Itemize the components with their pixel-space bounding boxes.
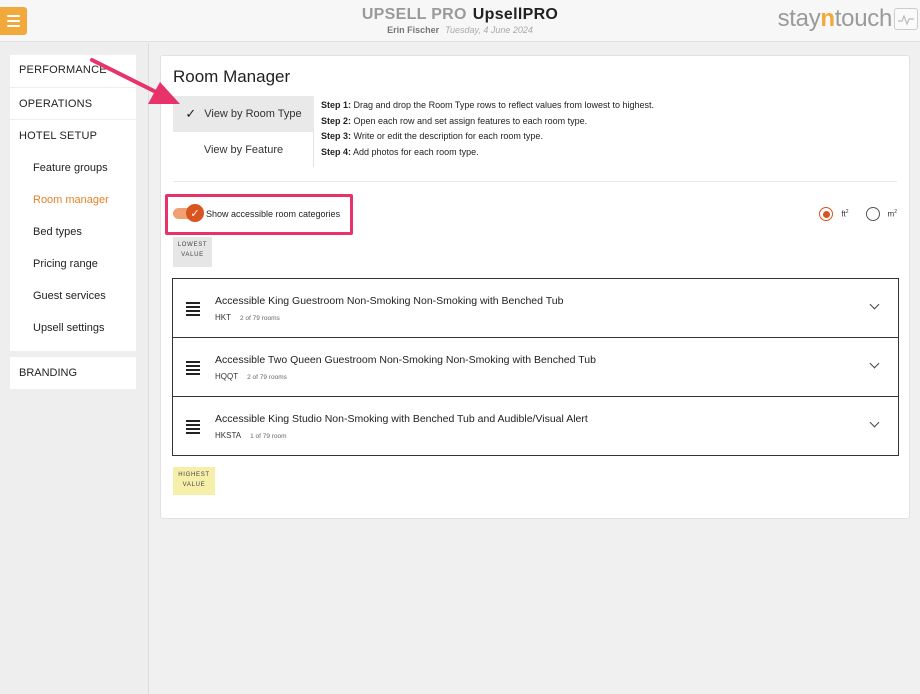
- room-row[interactable]: Accessible Two Queen Guestroom Non-Smoki…: [173, 338, 898, 397]
- sidebar-item-bed-types[interactable]: Bed types: [10, 216, 136, 248]
- room-manager-panel: Room Manager ✓ View by Room Type View by…: [160, 55, 910, 519]
- drag-handle-icon[interactable]: [186, 420, 200, 436]
- sidebar-item-pricing-range[interactable]: Pricing range: [10, 248, 136, 280]
- sidebar-item-hotel-setup[interactable]: HOTEL SETUP: [10, 120, 136, 152]
- room-type-list: Accessible King Guestroom Non-Smoking No…: [172, 278, 899, 456]
- checkmark-icon: ✓: [185, 106, 197, 121]
- room-count: 2 of 79 rooms: [247, 374, 287, 381]
- step-2: Step 2: Open each row and set assign fea…: [321, 115, 588, 126]
- unit-m2-radio[interactable]: [865, 207, 880, 221]
- chevron-down-icon[interactable]: [869, 299, 880, 310]
- annotation-highlight-box: [165, 194, 353, 235]
- room-name: Accessible King Guestroom Non-Smoking No…: [215, 295, 564, 307]
- lowest-value-tag: LOWEST VALUE: [173, 237, 212, 267]
- brand-part2: UpsellPRO: [472, 6, 559, 23]
- room-row[interactable]: Accessible King Guestroom Non-Smoking No…: [173, 279, 898, 338]
- view-toggle: ✓ View by Room Type View by Feature: [173, 96, 314, 168]
- current-date: Tuesday, 4 June 2024: [445, 25, 533, 35]
- sidebar-item-operations[interactable]: OPERATIONS: [10, 88, 136, 120]
- unit-ft2-radio[interactable]: [819, 207, 834, 221]
- sidebar-item-performance[interactable]: PERFORMANCE: [10, 55, 136, 88]
- divider: [173, 181, 897, 182]
- drag-handle-icon[interactable]: [186, 361, 200, 377]
- step-4: Step 4: Add photos for each room type.: [321, 146, 479, 157]
- highest-value-tag: HIGHEST VALUE: [173, 467, 215, 495]
- user-name: Erin Fischer: [387, 25, 440, 35]
- room-count: 1 of 79 room: [250, 433, 287, 440]
- activity-icon[interactable]: [894, 8, 918, 30]
- unit-selector: ft2 m2: [819, 207, 897, 221]
- sidebar-item-branding[interactable]: BRANDING: [10, 357, 136, 389]
- sidebar-item-room-manager[interactable]: Room manager: [10, 184, 136, 216]
- room-name: Accessible Two Queen Guestroom Non-Smoki…: [215, 354, 596, 366]
- brand-part1: UPSELL PRO: [361, 6, 467, 23]
- drag-handle-icon[interactable]: [186, 302, 200, 318]
- room-row[interactable]: Accessible King Studio Non-Smoking with …: [173, 397, 898, 455]
- room-name: Accessible King Studio Non-Smoking with …: [215, 413, 588, 425]
- sidebar-item-guest-services[interactable]: Guest services: [10, 280, 136, 312]
- room-code: HQQT: [215, 372, 239, 381]
- sidebar-item-feature-groups[interactable]: Feature groups: [10, 152, 136, 184]
- instructions: Step 1: Drag and drop the Room Type rows…: [321, 98, 654, 160]
- page-title: Room Manager: [173, 67, 291, 86]
- stayntouch-logo: stayntouch: [777, 5, 893, 32]
- unit-ft2-label: ft2: [841, 209, 849, 219]
- step-1: Step 1: Drag and drop the Room Type rows…: [321, 100, 654, 110]
- room-code: HKT: [215, 313, 231, 322]
- unit-m2-label: m2: [887, 209, 897, 219]
- view-by-feature-button[interactable]: View by Feature: [173, 132, 314, 168]
- sidebar: PERFORMANCE OPERATIONS HOTEL SETUP Featu…: [10, 55, 136, 352]
- view-by-room-type-button[interactable]: ✓ View by Room Type: [173, 96, 314, 132]
- app-header: UPSELL PRO UpsellPRO Erin Fischer Tuesday,…: [0, 0, 920, 42]
- room-count: 2 of 79 rooms: [240, 315, 280, 322]
- step-3: Step 3: Write or edit the description fo…: [321, 131, 543, 141]
- room-code: HKSTA: [215, 431, 242, 440]
- chevron-down-icon[interactable]: [869, 417, 880, 428]
- chevron-down-icon[interactable]: [869, 358, 880, 369]
- sidebar-item-upsell-settings[interactable]: Upsell settings: [10, 312, 136, 344]
